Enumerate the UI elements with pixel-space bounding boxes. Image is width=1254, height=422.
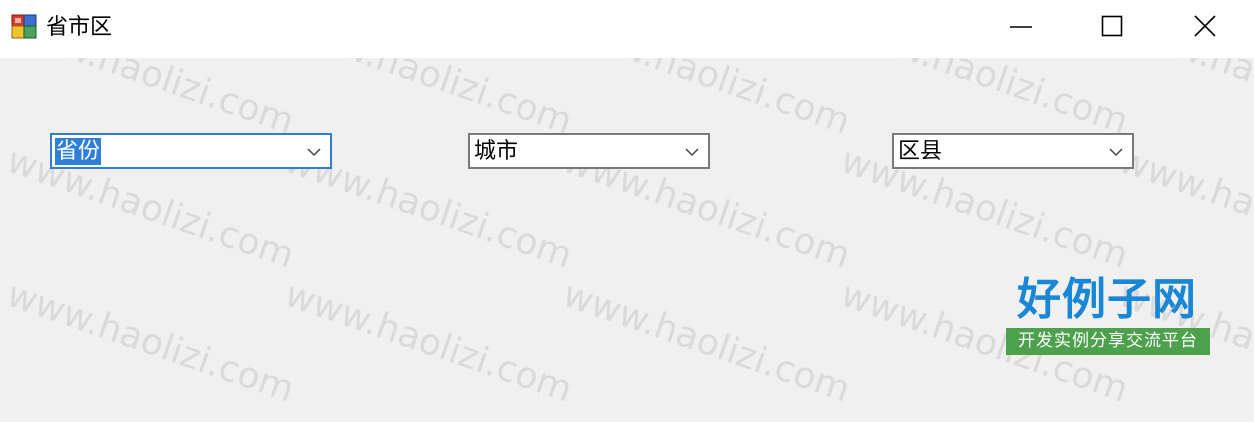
title-bar[interactable]: 省市区 bbox=[0, 0, 1254, 58]
watermark-text: www.haolizi.com bbox=[1113, 140, 1254, 277]
district-value: 区县 bbox=[898, 139, 943, 164]
window-title: 省市区 bbox=[46, 15, 113, 40]
watermark-text: www.haolizi.com bbox=[1, 58, 300, 143]
city-combobox[interactable]: 城市 bbox=[468, 133, 710, 169]
watermark-text: www.haolizi.com bbox=[279, 274, 578, 411]
close-icon bbox=[1194, 15, 1216, 37]
watermark-layer: www.haolizi.com www.haolizi.com www.haoliz… bbox=[0, 58, 1254, 422]
logo-subtitle: 开发实例分享交流平台 bbox=[1006, 328, 1210, 355]
city-value: 城市 bbox=[474, 139, 519, 164]
watermark-text: www.haolizi.com bbox=[279, 58, 578, 143]
haolizi-logo: 好例子网 开发实例分享交流平台 bbox=[1004, 274, 1210, 356]
chevron-down-icon[interactable] bbox=[306, 147, 322, 157]
app-icon[interactable] bbox=[11, 12, 37, 40]
chevron-down-icon[interactable] bbox=[684, 147, 700, 157]
watermark-text: www.haolizi.com bbox=[557, 58, 856, 143]
client-area: www.haolizi.com www.haolizi.com www.haoliz… bbox=[0, 58, 1254, 422]
watermark-text: www.haolizi.com bbox=[1113, 58, 1254, 143]
watermark-text: www.haolizi.com bbox=[1, 274, 300, 411]
close-button[interactable] bbox=[1159, 0, 1251, 54]
minimize-icon bbox=[1010, 26, 1032, 28]
province-combobox[interactable]: 省份 bbox=[50, 133, 332, 169]
chevron-down-icon[interactable] bbox=[1108, 147, 1124, 157]
province-value: 省份 bbox=[55, 138, 102, 165]
district-combobox[interactable]: 区县 bbox=[892, 133, 1134, 169]
watermark-text: www.haolizi.com bbox=[557, 274, 856, 411]
watermark-text: www.haolizi.com bbox=[835, 58, 1134, 143]
maximize-button[interactable] bbox=[1067, 0, 1159, 54]
minimize-button[interactable] bbox=[975, 0, 1067, 54]
maximize-icon bbox=[1101, 15, 1123, 37]
logo-title: 好例子网 bbox=[1017, 274, 1197, 325]
